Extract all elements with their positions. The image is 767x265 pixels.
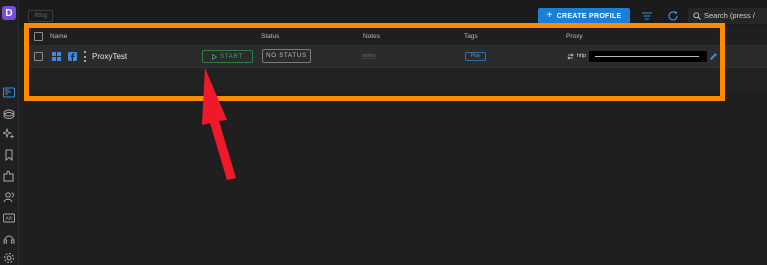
header-status[interactable]: Status [261, 33, 279, 40]
select-all-checkbox[interactable] [34, 32, 43, 41]
settings-icon[interactable] [3, 252, 15, 264]
header-tags[interactable]: Tags [464, 33, 478, 40]
search-input[interactable]: Search (press / [688, 8, 767, 24]
table-header: Name Status Notes Tags Proxy [26, 28, 767, 46]
header-notes[interactable]: Notes [363, 33, 380, 40]
api-icon[interactable]: API [3, 212, 15, 224]
red-arrow-annotation [202, 68, 236, 180]
header-name[interactable]: Name [50, 33, 67, 40]
profiles-table: Name Status Notes Tags Proxy ProxyTest S… [26, 28, 767, 92]
extensions-icon[interactable] [3, 170, 15, 182]
groups-icon[interactable] [3, 108, 15, 120]
plus-icon: + [546, 10, 553, 21]
support-icon[interactable] [3, 233, 15, 245]
profile-name[interactable]: ProxyTest [92, 52, 127, 61]
start-label: START [219, 53, 244, 60]
app-logo: D [2, 6, 16, 20]
create-profile-label: CREATE PROFILE [556, 12, 622, 20]
topbar: /fdsg + CREATE PROFILE Search (press / [19, 0, 767, 28]
edit-proxy-icon[interactable] [709, 52, 718, 61]
row-checkbox[interactable] [34, 52, 43, 61]
api-icon-label: API [5, 216, 12, 222]
status-badge[interactable]: NO STATUS [262, 49, 311, 63]
table-row[interactable]: ProxyTest START NO STATUS notes Play htt… [26, 46, 767, 68]
sidebar: D API [0, 0, 19, 265]
windows-icon [52, 52, 61, 61]
profiles-icon[interactable] [3, 86, 15, 98]
create-profile-button[interactable]: + CREATE PROFILE [538, 8, 630, 24]
refresh-icon[interactable] [667, 10, 679, 22]
search-placeholder: Search (press / [704, 11, 755, 20]
row-menu-icon[interactable] [84, 51, 86, 62]
automation-icon[interactable] [3, 128, 15, 140]
tag-chip[interactable]: Play [465, 52, 486, 61]
play-icon [212, 53, 217, 60]
folder-chip[interactable]: /fdsg [28, 10, 53, 22]
table-empty-area [26, 68, 767, 92]
header-proxy[interactable]: Proxy [566, 33, 583, 40]
proxy-type: http [577, 53, 587, 59]
team-icon[interactable] [3, 191, 15, 203]
filter-icon[interactable] [641, 10, 653, 22]
proxy-address-redacted [589, 51, 707, 62]
proxy-swap-icon [567, 53, 574, 60]
bookmark-icon[interactable] [3, 149, 15, 161]
notes-cell[interactable]: notes [362, 53, 375, 59]
app-window: D API /fdsg + CREATE PROFILE Search (pre… [0, 0, 767, 265]
search-icon [693, 12, 701, 20]
facebook-icon [68, 52, 77, 61]
